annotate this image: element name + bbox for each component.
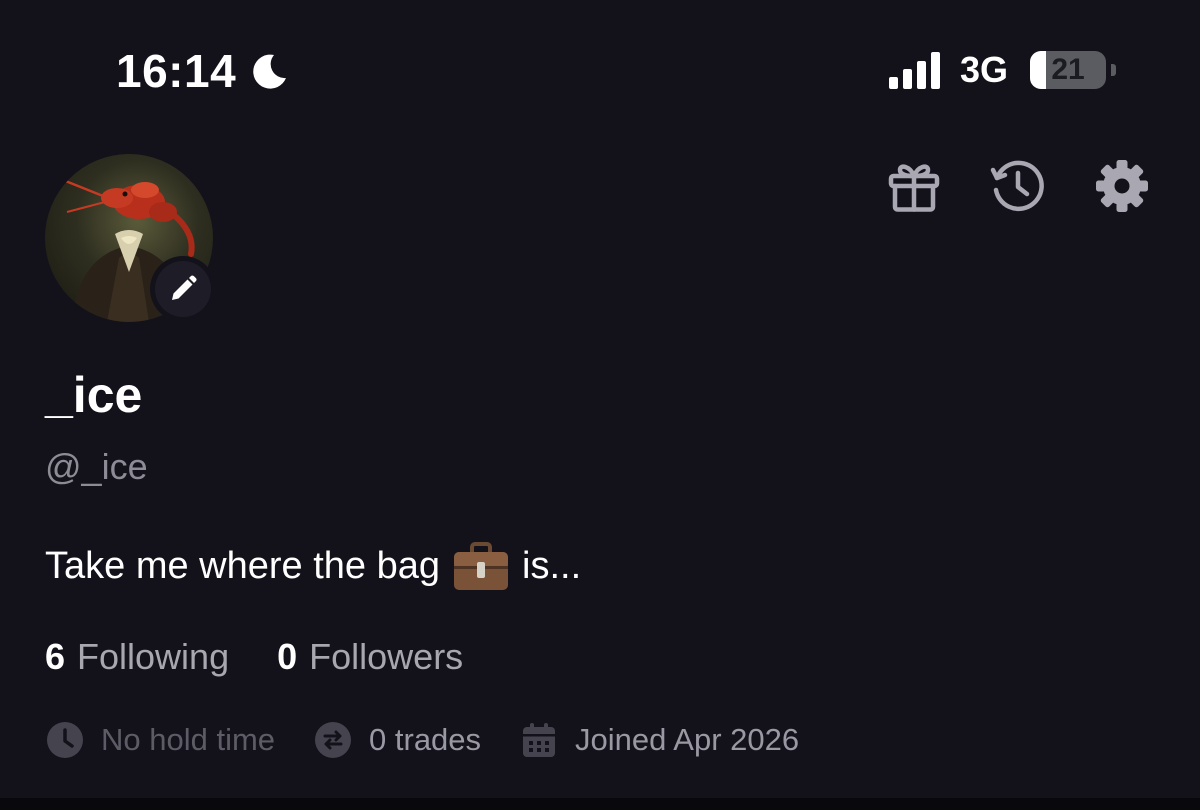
hold-time-info: No hold time <box>45 720 275 760</box>
profile-bio: Take me where the bag is... <box>45 540 581 592</box>
profile-screen: 16:14 3G 21 _ice @_ice Take me where the… <box>0 0 1200 798</box>
following-count: 6 <box>45 636 66 677</box>
status-indicators: 3G 21 <box>888 48 1116 92</box>
bio-text-end: is... <box>522 544 582 587</box>
followers-label: Followers <box>309 636 464 677</box>
cellular-signal-icon <box>888 51 940 89</box>
profile-display-name: _ice <box>45 367 143 423</box>
hold-time-text: No hold time <box>101 722 276 757</box>
followers-link[interactable]: 0 Followers <box>277 636 463 678</box>
bio-text-start: Take me where the bag <box>45 544 441 587</box>
trades-text: 0 trades <box>369 722 482 757</box>
battery-level: 21 <box>1051 53 1085 86</box>
swap-arrows-icon <box>315 722 352 758</box>
joined-text: Joined Apr 2026 <box>575 722 800 757</box>
profile-meta: No hold time 0 trades Joined Apr 2026 <box>45 720 799 760</box>
status-time-text: 16:14 <box>116 45 237 97</box>
settings-gear-icon[interactable] <box>1092 156 1152 216</box>
joined-info: Joined Apr 2026 <box>519 720 799 760</box>
followers-count: 0 <box>277 636 298 677</box>
pencil-icon <box>172 275 197 300</box>
history-icon[interactable] <box>988 156 1048 216</box>
calendar-icon <box>523 723 556 757</box>
clock-icon <box>47 722 83 758</box>
network-type: 3G <box>959 49 1008 90</box>
status-time: 16:14 <box>116 44 290 98</box>
header-actions <box>884 156 1152 216</box>
battery-icon: 21 <box>1030 51 1116 89</box>
bottom-edge <box>0 798 1200 810</box>
do-not-disturb-moon-icon <box>253 54 287 89</box>
following-label: Following <box>77 636 230 677</box>
follow-stats: 6 Following 0 Followers <box>45 636 463 678</box>
briefcase-emoji-icon <box>454 542 509 590</box>
profile-handle: @_ice <box>45 446 148 487</box>
edit-avatar-button[interactable] <box>150 256 216 322</box>
trades-info: 0 trades <box>313 720 481 760</box>
following-link[interactable]: 6 Following <box>45 636 229 678</box>
gift-icon[interactable] <box>884 156 944 216</box>
